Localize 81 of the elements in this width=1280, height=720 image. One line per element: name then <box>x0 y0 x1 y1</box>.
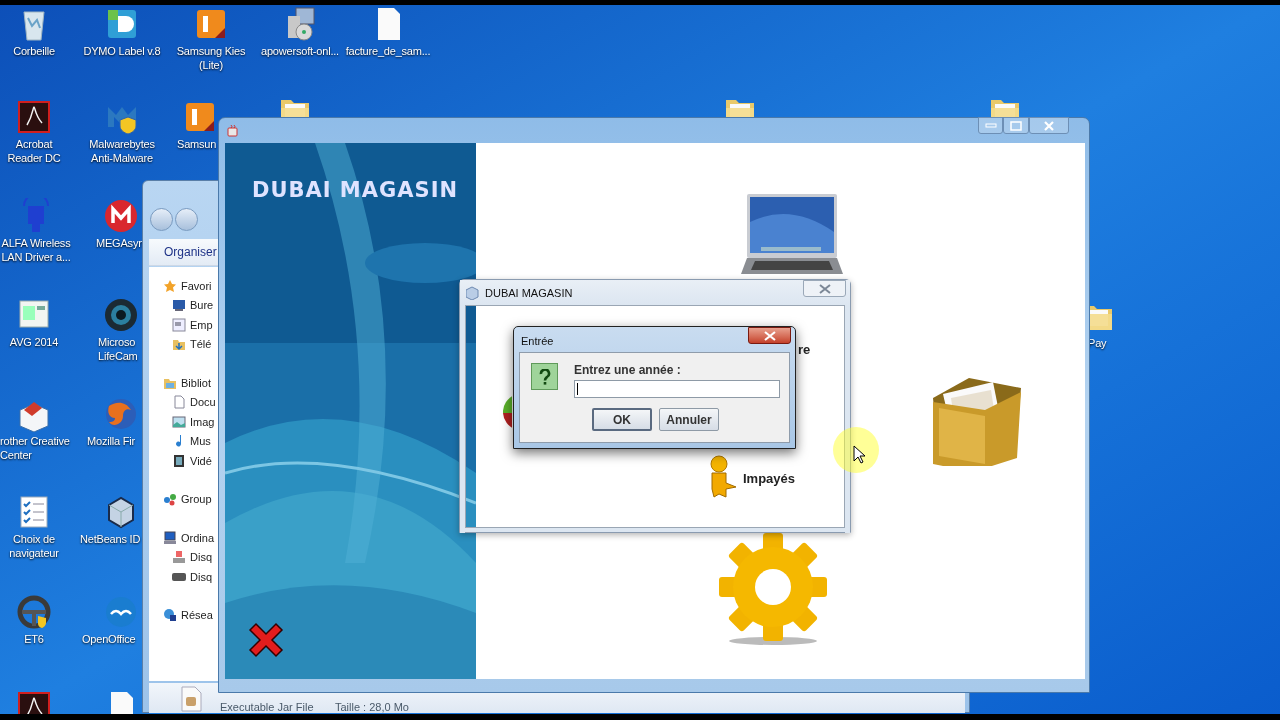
steering-wheel-icon <box>16 594 52 630</box>
gulls-icon <box>103 594 139 630</box>
close-icon <box>818 283 831 294</box>
document-icon <box>172 395 186 410</box>
image-icon <box>172 414 186 429</box>
icon-label[interactable]: Samsun <box>177 137 217 151</box>
java-icon <box>226 124 240 138</box>
forward-button[interactable] <box>175 208 198 231</box>
webcam-icon <box>103 297 139 333</box>
computer-icon <box>163 530 177 545</box>
app-title: DUBAI MAGASIN <box>252 177 459 204</box>
close-button[interactable] <box>748 327 791 344</box>
back-button[interactable] <box>150 208 173 231</box>
icon-label[interactable]: apowersoft-onl... <box>261 44 339 58</box>
minimize-button[interactable] <box>978 117 1003 134</box>
maximize-icon <box>1010 120 1022 131</box>
icon-label[interactable]: DYMO Label v.8 <box>83 44 161 58</box>
dialog-button[interactable]: Annuler <box>659 408 719 431</box>
minimize-icon <box>984 123 997 128</box>
nav-item[interactable]: Group <box>181 491 212 508</box>
icon-label[interactable]: OpenOffice <box>82 632 136 646</box>
nav-item[interactable]: Bibliot <box>181 374 211 391</box>
nav-item[interactable]: Emp <box>190 316 213 333</box>
file-size-text: Taille : 28,0 Mo <box>335 700 409 715</box>
nav-item[interactable]: Résea <box>181 607 213 624</box>
m-logo-icon <box>103 198 139 234</box>
file-type-text: Executable Jar File <box>220 700 314 715</box>
nav-item[interactable]: Docu <box>190 394 216 411</box>
icon-label[interactable]: rother Creative Center <box>0 434 70 462</box>
dialog-button[interactable]: OK <box>592 408 652 431</box>
icon-label[interactable]: Samsung Kies (Lite) <box>176 44 246 72</box>
icon-label[interactable]: ALFA Wireless LAN Driver a... <box>1 236 71 264</box>
nav-item[interactable]: Mus <box>190 433 211 450</box>
nav-item[interactable]: Imag <box>190 413 215 430</box>
cursor-icon <box>853 445 865 464</box>
pdf-icon <box>16 99 52 135</box>
icon-label[interactable]: Choix de navigateur <box>9 532 59 560</box>
monitor-icon <box>172 298 186 313</box>
nav-item[interactable]: Disq <box>190 568 212 585</box>
input-field[interactable] <box>574 380 780 398</box>
text-cursor <box>577 383 578 395</box>
film-icon <box>172 453 186 468</box>
icon-label[interactable]: ET6 <box>24 632 44 646</box>
laptop-icon[interactable] <box>741 192 843 276</box>
prompt-label: Entrez une année : <box>574 363 682 377</box>
drive-icon <box>172 550 186 565</box>
icon-label[interactable]: Mozilla Fir <box>87 434 135 448</box>
nav-item[interactable]: Bure <box>190 297 214 314</box>
nav-item[interactable]: Télé <box>190 336 212 353</box>
close-icon <box>763 330 776 341</box>
icon-label[interactable]: MEGAsyn <box>96 236 145 250</box>
icon-label[interactable]: Acrobat Reader DC <box>7 137 61 165</box>
close-icon <box>1044 120 1054 131</box>
organize-menu[interactable]: Organiser <box>164 243 217 261</box>
menu-label[interactable]: Impayés <box>743 469 796 489</box>
cube-icon <box>466 286 479 300</box>
folder-icon <box>172 337 186 352</box>
exit-icon[interactable] <box>247 621 285 659</box>
icon-label[interactable]: Microso LifeCam <box>98 335 138 363</box>
globe-icon <box>163 608 177 623</box>
window-icon <box>172 317 186 332</box>
nav-item[interactable]: Disq <box>190 549 212 566</box>
star-icon <box>163 278 177 293</box>
icon-label[interactable]: facture_de_sam... <box>345 44 431 58</box>
nav-item[interactable]: Favori <box>181 277 212 294</box>
dialog-title: DUBAI MAGASIN <box>485 286 573 301</box>
gear-icon[interactable] <box>716 533 830 647</box>
jar-file-icon <box>179 686 203 712</box>
nav-item[interactable]: Ordina <box>181 529 215 546</box>
nav-item[interactable]: Vidé <box>190 452 212 469</box>
menu-label[interactable]: re <box>798 340 811 360</box>
icon-label[interactable]: Corbeille <box>13 44 55 58</box>
dialog-title: Entrée <box>521 334 554 349</box>
icon-label[interactable]: AVG 2014 <box>9 335 59 349</box>
cursor-highlight <box>833 427 879 473</box>
icon-label[interactable]: Malwarebytes Anti-Malware <box>89 137 155 165</box>
globe-icon <box>103 396 139 432</box>
network-icon <box>163 492 177 507</box>
question-icon <box>531 363 558 390</box>
icon-label[interactable]: NetBeans ID <box>80 532 141 546</box>
maximize-button[interactable] <box>1003 117 1029 134</box>
